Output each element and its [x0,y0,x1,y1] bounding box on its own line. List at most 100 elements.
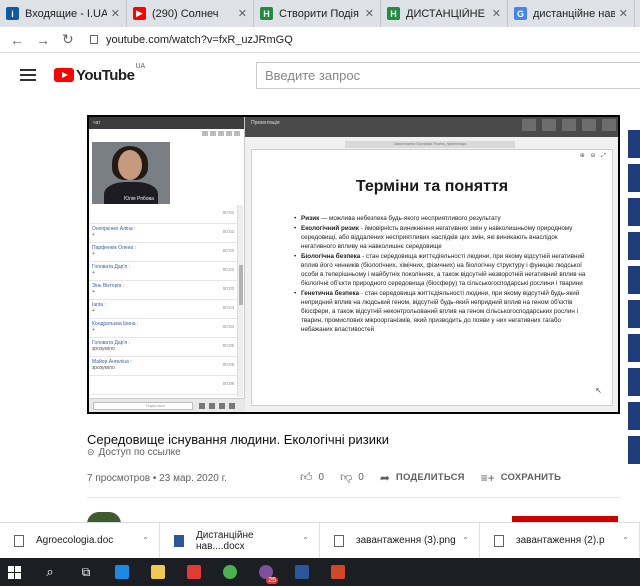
shield-icon: H [260,7,273,20]
chevron-up-icon[interactable]: ⌃ [462,536,469,545]
message-time: 00:04 [222,305,234,310]
youtube-header: YouTube UA Введите запрос [0,53,640,97]
task-view-icon[interactable]: ⧉ [72,558,100,586]
download-filename: Agroecologia.doc [36,535,114,546]
browser-tab[interactable]: H ДИСТАНЦІЙНЕ Н ✕ [381,0,508,27]
reload-icon[interactable]: ↻ [62,31,78,48]
forward-icon[interactable]: → [36,32,52,48]
video-actions: 👍︎ 0 👎︎ 0 ➦ ПОДЕЛИТЬСЯ ≡+ СОХРАНИТЬ [300,470,577,485]
start-icon[interactable] [0,558,28,586]
youtube-icon: ▶ [133,7,146,20]
browser-tab[interactable]: Gдистанційне нав ✕ [508,0,635,27]
chat-message: Парфенюк Олена : +00:03 [89,243,237,262]
message-time: 00:09 [222,381,234,386]
thumbs-up-icon: 👍︎ [300,470,313,484]
logo-text: YouTube [76,66,135,84]
playlist-add-icon: ≡+ [480,470,495,485]
back-icon[interactable]: ← [10,32,26,48]
download-item[interactable]: Дистанційне нав....docx ⌃ [160,522,320,559]
chevron-up-icon[interactable]: ⌃ [302,536,309,545]
google-icon: G [514,7,527,20]
youtube-play-icon [54,68,74,82]
chat-message: Майор Ангеліна : зрозуміло 00:09 [89,357,237,376]
emoji-icon [209,403,215,409]
chevron-up-icon[interactable]: ⌃ [622,536,629,545]
file-icon [14,534,24,547]
attach-icon [219,403,225,409]
powerpoint-icon[interactable] [324,558,352,586]
file-icon [494,534,504,547]
share-button[interactable]: ➦ ПОДЕЛИТЬСЯ [380,471,465,485]
url-field[interactable]: youtube.com/watch?v=fxR_uzJRmGQ [90,34,293,46]
like-button[interactable]: 👍︎ 0 [300,470,324,485]
dislike-button[interactable]: 👎︎ 0 [340,470,364,485]
conference-screen: чат Юлія Рябова 00:03 Онопрієнко Аліна : +… [89,117,618,412]
video-player[interactable]: чат Юлія Рябова 00:03 Онопрієнко Аліна : +… [87,115,620,414]
bullet-term: Ризик [301,215,320,222]
chat-message: Кондратьєва Ірина : +00:04 [89,319,237,338]
viber-icon[interactable]: 25 [252,558,280,586]
word-icon[interactable] [288,558,316,586]
browser-tab[interactable]: H Створити Подія ✕ [254,0,381,27]
download-filename: завантаження (3).png [356,535,456,546]
store-icon[interactable] [180,558,208,586]
close-icon[interactable]: ✕ [365,7,374,20]
search-input[interactable]: Введите запрос [256,62,640,89]
view-stats: 7 просмотров • 23 мар. 2020 г. [87,473,227,484]
notification-badge: 25 [266,577,278,584]
divider [87,497,620,498]
browser-tab-strip: i Входящие - I.UA ✕ ▶ (290) Солнеч ✕ H Створити… [0,0,640,27]
explorer-icon[interactable] [144,558,172,586]
browser-tab[interactable]: ▶ (290) Солнеч ✕ [127,0,254,27]
browser-tab[interactable]: i Входящие - I.UA ✕ [0,0,127,27]
message-time: 00:09 [222,362,234,367]
share-label: ПОДЕЛИТЬСЯ [395,472,465,483]
chat-message: Зінь Вікторія : +00:03 [89,281,237,300]
windows-taskbar: ⌕ ⧉ 25 [0,558,640,586]
message-time: 00:03 [222,286,234,291]
link-icon: ⊝ [87,447,95,457]
chevron-up-icon[interactable]: ⌃ [142,536,149,545]
close-icon[interactable]: ✕ [492,7,501,20]
slide-bullet: Ризик — можлива небезпека будь-якого нес… [294,214,592,223]
chat-scrollbar [237,205,243,397]
menu-icon[interactable] [20,66,36,84]
message-time: 00:06 [222,343,234,348]
download-item[interactable]: Agroecologia.doc ⌃ [0,522,160,559]
access-text: Доступ по ссылке [98,447,181,458]
chat-messages: 00:03 Онопрієнко Аліна : +00:03 Парфенюк Ол… [89,205,237,397]
tab-label: Створити Подія [279,7,359,20]
tab-label: Входящие - I.UA [25,7,107,20]
message-time: 00:03 [222,229,234,234]
mail-icon: i [6,7,19,20]
download-item[interactable]: завантаження (3).png ⌃ [320,522,480,559]
chat-panel: чат Юлія Рябова 00:03 Онопрієнко Аліна : +… [89,117,245,412]
chat-input-bar: Надіслати [89,398,245,412]
bullet-term: Екологічний ризик [301,225,359,232]
slide-body: Ризик — можлива небезпека будь-якого нес… [294,214,592,335]
download-filename: завантаження (2).p [516,535,605,546]
bullet-text: — можлива небезпека будь-якого несприятл… [319,215,501,222]
close-icon[interactable]: ✕ [238,7,247,20]
settings-icon [229,403,235,409]
presenter-name: Юлія Рябова [124,196,154,202]
chrome-icon[interactable] [216,558,244,586]
webcam-view: Юлія Рябова [92,142,170,204]
message-text: + [92,289,95,295]
download-item[interactable]: завантаження (2).p ⌃ [480,522,640,559]
download-filename: Дистанційне нав....docx [196,529,254,552]
lock-icon [90,35,98,44]
save-button[interactable]: ≡+ СОХРАНИТЬ [481,471,562,485]
dislike-count: 0 [358,472,364,483]
shield-icon: H [387,7,400,20]
close-icon[interactable]: ✕ [111,7,120,20]
save-label: СОХРАНИТЬ [500,472,562,483]
message-text: зрозуміло [92,365,115,371]
edge-icon[interactable] [108,558,136,586]
close-icon[interactable]: ✕ [619,7,628,20]
search-icon[interactable]: ⌕ [36,558,64,586]
bullet-term: Біологічна безпека [301,253,361,260]
access-label: ⊝ Доступ по ссылке [87,447,181,458]
like-count: 0 [318,472,325,483]
youtube-logo[interactable]: YouTube UA [54,63,145,84]
